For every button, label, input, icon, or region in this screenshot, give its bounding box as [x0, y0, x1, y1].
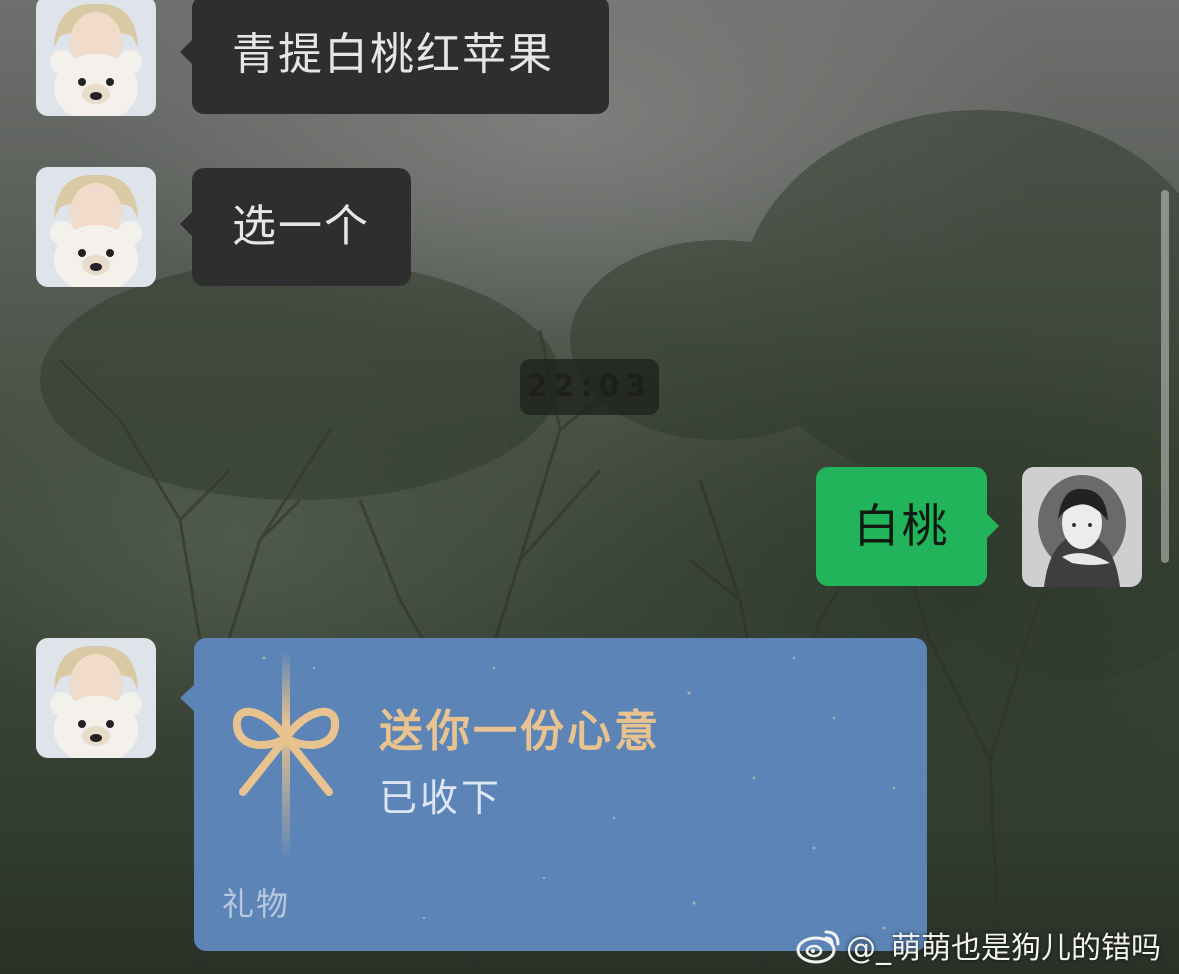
gift-card[interactable]: 送你一份心意 已收下 礼物 — [194, 638, 927, 951]
timestamp-text: 22:03 — [526, 369, 653, 404]
my-avatar[interactable] — [1022, 467, 1142, 587]
contact-avatar[interactable] — [36, 0, 156, 116]
watermark: @_萌萌也是狗儿的错吗 — [796, 925, 1161, 966]
gift-label: 礼物 — [222, 885, 291, 923]
watermark-text: @_萌萌也是狗儿的错吗 — [846, 931, 1161, 966]
message-text: 白桃 — [853, 499, 950, 553]
contact-avatar[interactable] — [36, 638, 156, 758]
scrollbar[interactable] — [1161, 190, 1169, 563]
timestamp-badge: 22:03 — [520, 359, 659, 415]
message-bubble[interactable]: 选一个 — [180, 168, 411, 286]
weibo-icon — [796, 930, 840, 964]
gift-card-tail — [180, 685, 194, 711]
message-text: 青提白桃红苹果 — [232, 29, 554, 80]
contact-avatar[interactable] — [36, 167, 156, 287]
gift-title: 送你一份心意 — [379, 706, 661, 757]
gift-status: 已收下 — [379, 776, 503, 820]
my-message-bubble[interactable]: 白桃 — [816, 467, 999, 586]
message-text: 选一个 — [232, 201, 370, 252]
message-bubble[interactable]: 青提白桃红苹果 — [180, 0, 609, 114]
gift-bow-icon — [233, 650, 339, 862]
